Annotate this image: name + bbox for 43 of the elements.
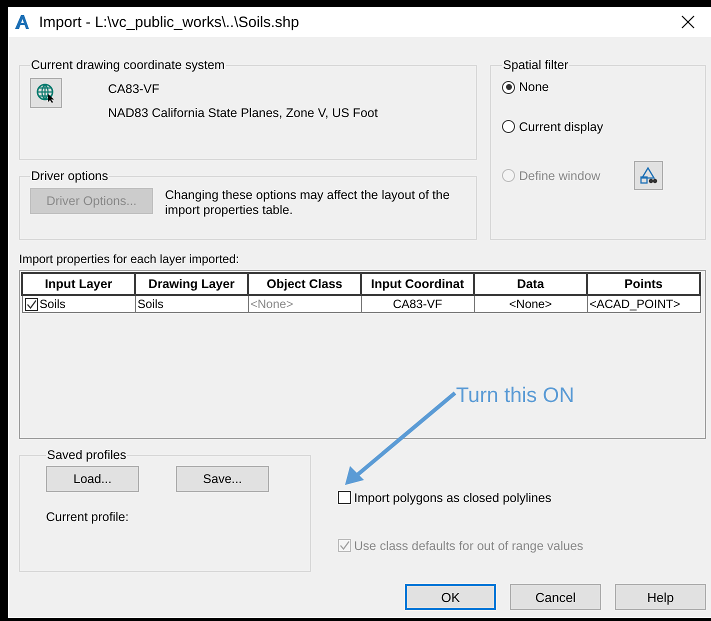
table-cell: CA83-VF <box>361 295 474 312</box>
window-title: Import - L:\vc_public_works\..\Soils.shp <box>39 14 300 30</box>
column-header[interactable]: Data <box>474 273 587 295</box>
checkbox[interactable] <box>338 491 351 504</box>
table-cell: Soils <box>135 295 248 312</box>
coordinate-code: CA83-VF <box>108 82 160 96</box>
column-header[interactable]: Input Layer <box>22 273 135 295</box>
driver-note: Changing these options may affect the layout of the import properties table. <box>165 188 450 218</box>
table-cell: <None> <box>474 295 587 312</box>
radio-button[interactable] <box>502 80 515 94</box>
column-header[interactable]: Input Coordinat <box>361 273 474 295</box>
radio-label: None <box>519 80 549 94</box>
annotation-text: Turn this ON <box>456 384 574 408</box>
globe-icon <box>36 83 56 103</box>
group-title: Current drawing coordinate system <box>30 58 226 72</box>
radio-label: Define window <box>519 168 600 182</box>
table-caption: Import properties for each layer imported: <box>19 252 240 266</box>
coordinate-description: NAD83 California State Planes, Zone V, US Foot <box>108 106 378 120</box>
column-header[interactable]: Object Class <box>248 273 361 295</box>
table-cell: <ACAD_POINT> <box>587 295 700 312</box>
table-cell: <None> <box>248 295 361 312</box>
profile-button[interactable]: Save... <box>176 466 269 492</box>
option-label: Import polygons as closed polylines <box>354 490 552 504</box>
profile-button[interactable]: Load... <box>46 466 139 492</box>
dialog-button[interactable]: Cancel <box>510 584 601 610</box>
globe-button[interactable] <box>30 78 62 108</box>
column-header[interactable]: Drawing Layer <box>135 273 248 295</box>
dialog-button[interactable]: OK <box>405 584 496 610</box>
checkbox[interactable] <box>24 298 38 310</box>
group-title: Driver options <box>30 169 110 183</box>
radio-label: Current display <box>519 120 604 134</box>
app-logo-icon <box>14 14 30 30</box>
option-label: Use class defaults for out of range values <box>354 538 584 552</box>
define-window-button[interactable] <box>634 161 664 190</box>
current-profile-label: Current profile: <box>46 510 130 524</box>
column-header[interactable]: Points <box>587 273 700 295</box>
shapes-binoculars-icon <box>638 166 659 186</box>
group-title: Spatial filter <box>502 58 570 72</box>
group-title: Saved profiles <box>46 448 128 462</box>
table-cell: Soils <box>40 297 66 311</box>
dialog-button[interactable]: Help <box>615 584 706 610</box>
close-icon <box>681 15 695 29</box>
radio-button[interactable] <box>502 120 515 133</box>
